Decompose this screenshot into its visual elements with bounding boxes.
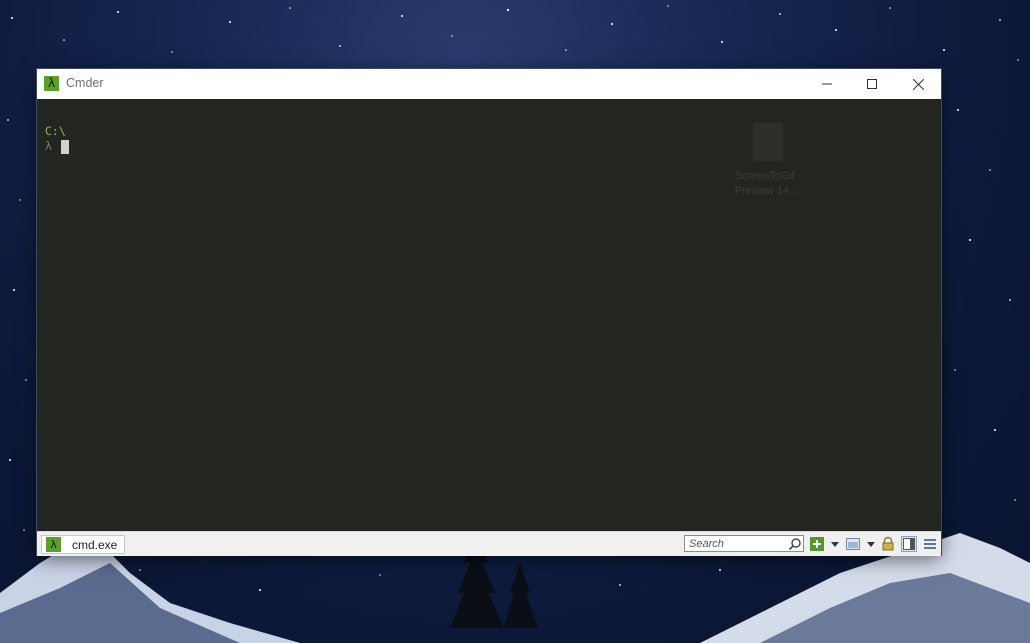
new-console-icon[interactable] (809, 536, 825, 552)
console-area[interactable]: C:\ λ ScreenToGif - Preview 14 ... (37, 99, 941, 531)
maximize-icon (867, 79, 877, 89)
tab-lambda-icon: λ (46, 537, 61, 552)
dropdown-arrow-icon[interactable] (863, 536, 879, 552)
minimize-button[interactable] (804, 69, 850, 99)
prompt-symbol: λ (45, 139, 52, 153)
tab-label: cmd.exe (72, 538, 118, 552)
lock-icon[interactable] (880, 536, 896, 552)
cmder-window: λ Cmder C:\ λ ScreenToGif - Preview 14 .… (37, 69, 941, 556)
window-title: Cmder (66, 76, 104, 90)
desktop-icon-label-line2: Preview 14 ... (734, 185, 802, 197)
prompt-path: C:\ (45, 124, 66, 138)
menu-icon[interactable] (922, 536, 938, 552)
text-cursor (61, 140, 69, 154)
split-view-icon[interactable] (845, 536, 861, 552)
tab-cmd[interactable]: λ cmd.exe (41, 535, 125, 554)
desktop-icon-label-line1: ScreenToGif - (734, 170, 802, 182)
desktop-file-icon (753, 123, 783, 161)
title-bar[interactable]: λ Cmder (37, 69, 941, 99)
close-button[interactable] (895, 69, 941, 99)
app-lambda-icon: λ (44, 76, 59, 91)
search-icon[interactable] (788, 537, 802, 551)
maximize-button[interactable] (849, 69, 895, 99)
minimize-icon (822, 83, 832, 85)
status-bar: λ cmd.exe (37, 531, 941, 556)
panel-view-icon[interactable] (901, 536, 917, 552)
search-input[interactable] (684, 535, 804, 552)
desktop-icon-label: ScreenToGif - Preview 14 ... (729, 169, 807, 199)
dropdown-arrow-icon[interactable] (827, 536, 843, 552)
close-icon (912, 78, 924, 90)
